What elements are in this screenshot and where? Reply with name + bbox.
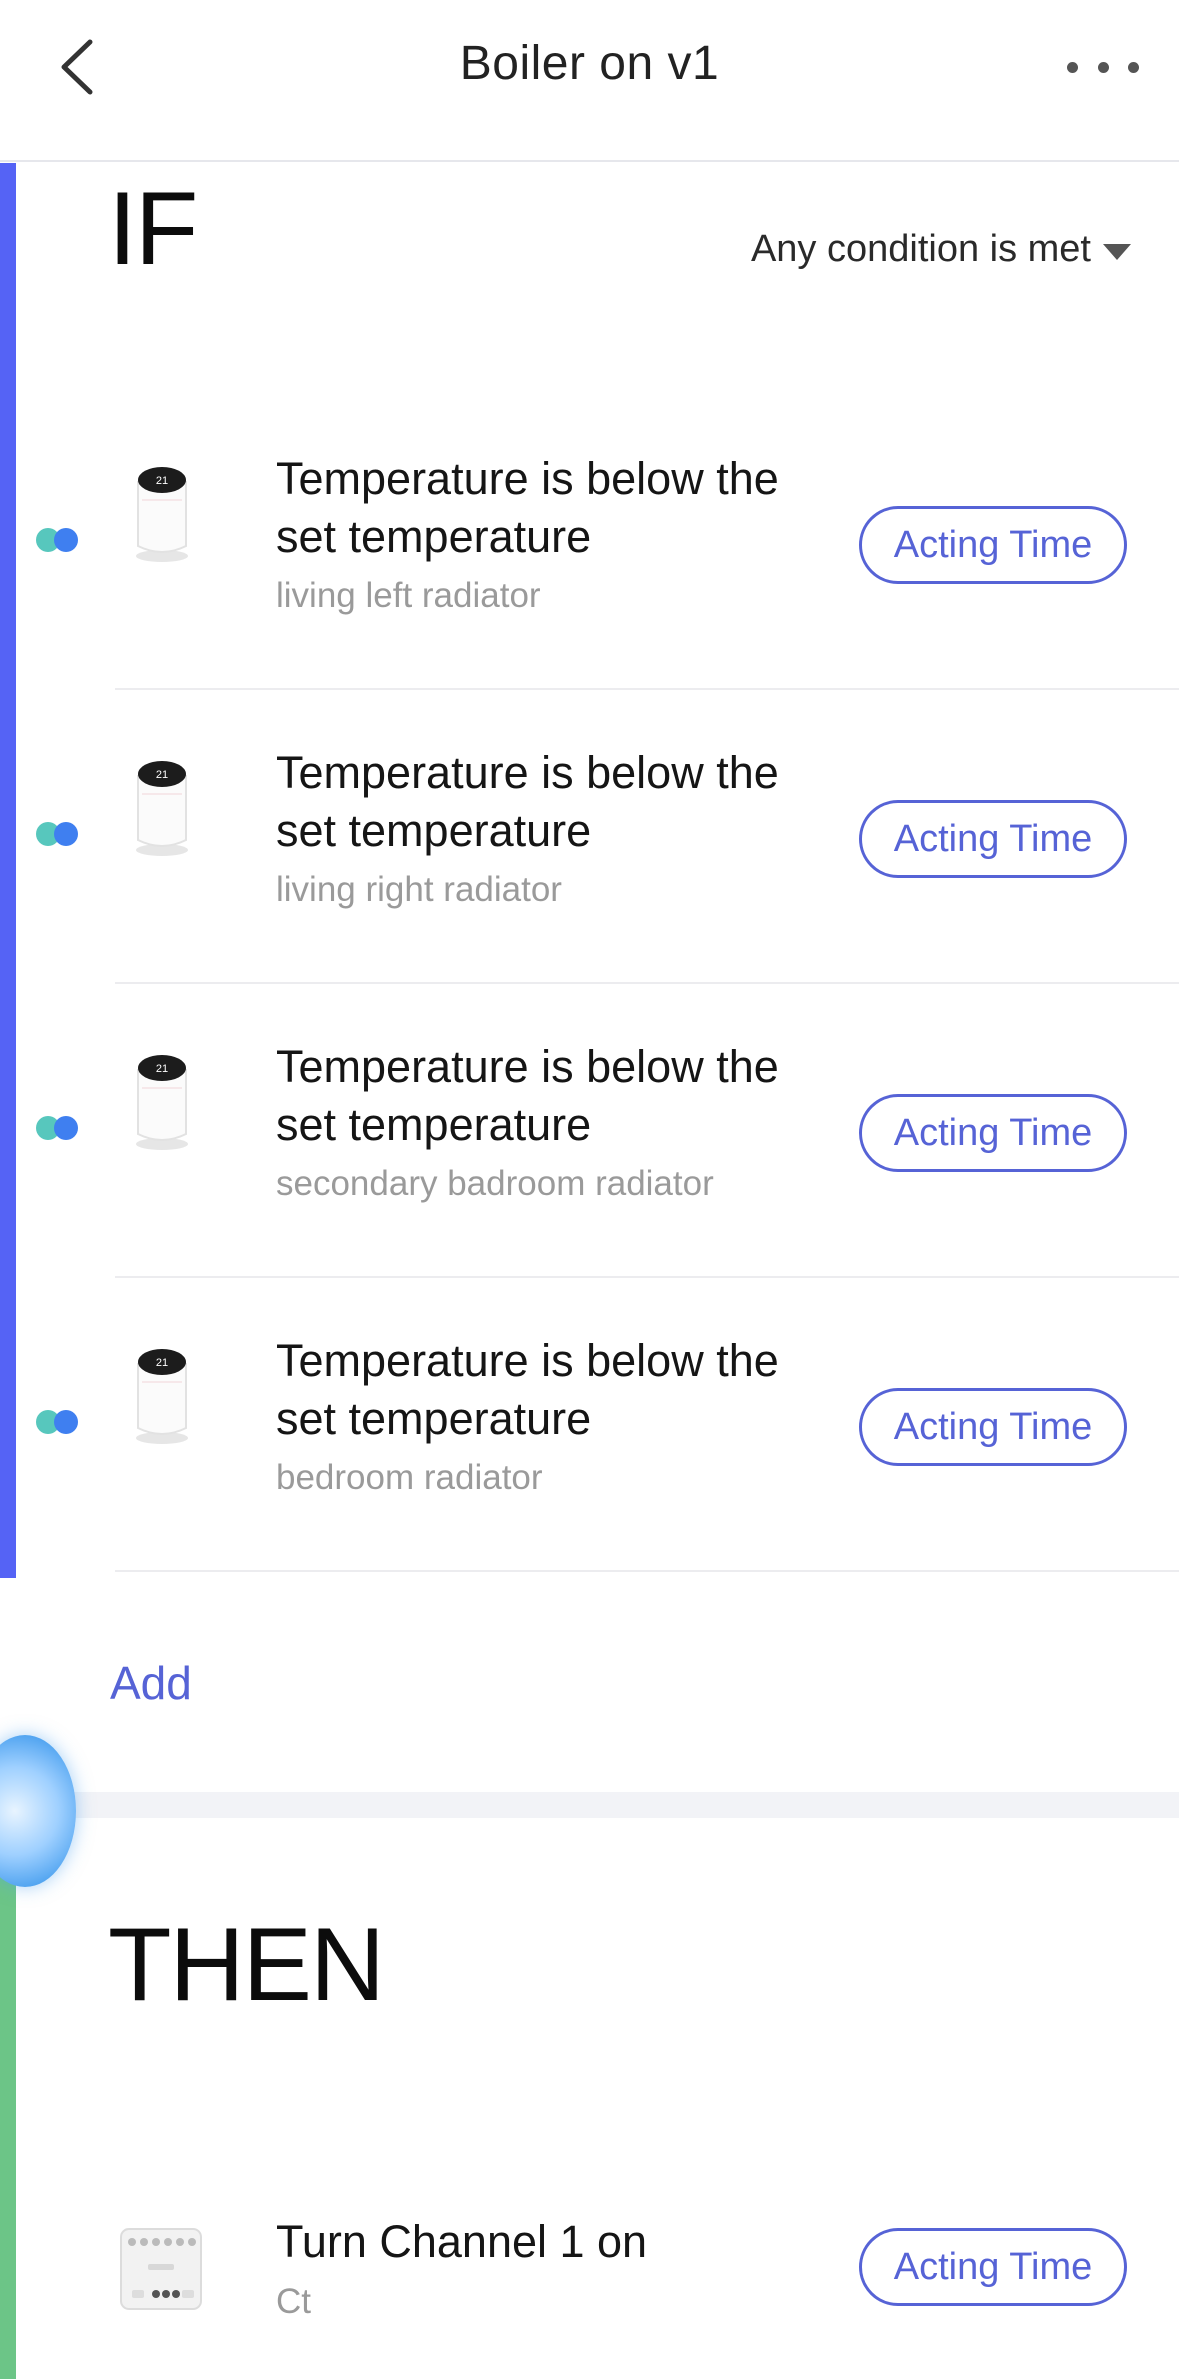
row-divider: [115, 688, 1179, 690]
section-separator: [0, 1792, 1179, 1818]
status-dots-icon: [36, 1408, 82, 1436]
condition-row[interactable]: 21 Temperature is below the set temperat…: [0, 692, 1179, 984]
assistant-bubble-icon[interactable]: [0, 1735, 76, 1887]
row-divider: [115, 982, 1179, 984]
status-dots-icon: [36, 526, 82, 554]
acting-time-button[interactable]: Acting Time: [859, 506, 1127, 584]
more-dot: [1128, 61, 1139, 73]
action-device-name: Ct: [276, 2282, 311, 2321]
then-heading: THEN: [108, 1907, 385, 2023]
svg-text:21: 21: [156, 769, 168, 781]
condition-device-name: living left radiator: [276, 576, 541, 615]
acting-time-button[interactable]: Acting Time: [859, 2228, 1127, 2306]
condition-device-name: secondary badroom radiator: [276, 1164, 714, 1203]
status-dots-icon: [36, 1114, 82, 1142]
thermostat-valve-icon: 21: [136, 467, 188, 562]
condition-device-name: bedroom radiator: [276, 1458, 543, 1497]
more-options-button[interactable]: [1067, 50, 1139, 84]
top-bar: Boiler on v1: [0, 0, 1179, 162]
condition-row[interactable]: 21 Temperature is below the set temperat…: [0, 1280, 1179, 1572]
condition-mode-dropdown[interactable]: Any condition is met: [751, 228, 1131, 271]
row-divider: [115, 1276, 1179, 1278]
if-heading: IF: [108, 171, 198, 287]
svg-text:21: 21: [156, 1063, 168, 1075]
condition-title: Temperature is below the set temperature: [276, 1041, 779, 1150]
svg-text:21: 21: [156, 475, 168, 487]
add-condition-button[interactable]: Add: [110, 1656, 192, 1710]
status-dots-icon: [36, 820, 82, 848]
row-divider: [115, 1570, 1179, 1572]
acting-time-button[interactable]: Acting Time: [859, 1094, 1127, 1172]
page-title: Boiler on v1: [459, 37, 720, 90]
more-dot: [1097, 61, 1109, 73]
thermostat-valve-icon: 21: [136, 1349, 188, 1444]
scene-editor-screen: Boiler on v1 IF Any condition is met 21 …: [0, 0, 1179, 2379]
action-title: Turn Channel 1 on: [276, 2216, 648, 2267]
more-horizontal-icon: [1067, 61, 1078, 73]
condition-row[interactable]: 21 Temperature is below the set temperat…: [0, 398, 1179, 690]
thermostat-valve-icon: 21: [136, 1055, 188, 1150]
acting-time-button[interactable]: Acting Time: [859, 800, 1127, 878]
condition-title: Temperature is below the set temperature: [276, 747, 779, 856]
condition-title: Temperature is below the set temperature: [276, 453, 779, 562]
thermostat-valve-icon: 21: [136, 761, 188, 856]
acting-time-button[interactable]: Acting Time: [859, 1388, 1127, 1466]
action-row[interactable]: Turn Channel 1 on Ct Acting Time: [0, 2180, 1179, 2379]
relay-module-icon: [120, 2228, 202, 2310]
condition-row[interactable]: 21 Temperature is below the set temperat…: [0, 986, 1179, 1278]
condition-mode-label: Any condition is met: [750, 228, 1091, 270]
condition-device-name: living right radiator: [276, 870, 562, 909]
condition-title: Temperature is below the set temperature: [276, 1335, 779, 1444]
svg-text:21: 21: [156, 1357, 168, 1369]
triangle-down-icon: [1103, 243, 1131, 260]
